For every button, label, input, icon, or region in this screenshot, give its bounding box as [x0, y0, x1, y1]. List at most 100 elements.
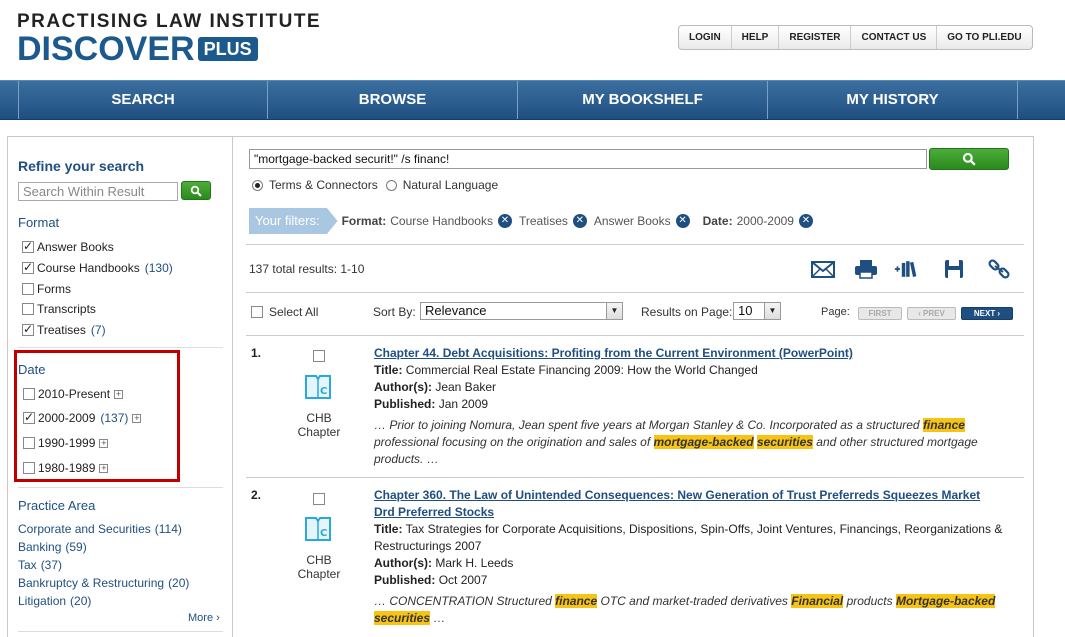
- facet-transcripts[interactable]: Transcripts: [22, 302, 96, 316]
- per-page-label: Results on Page:: [641, 305, 733, 319]
- format-heading: Format: [18, 215, 60, 230]
- header: PRACTISING LAW INSTITUTE DISCOVER PLUS L…: [0, 0, 1065, 80]
- author-link[interactable]: Jean Baker: [435, 380, 496, 394]
- facet-answer-books[interactable]: Answer Books: [22, 239, 114, 254]
- logo-top-text: PRACTISING LAW INSTITUTE: [17, 11, 322, 32]
- result-checkbox[interactable]: [313, 350, 325, 362]
- search-mode: Terms & Connectors Natural Language: [252, 178, 498, 192]
- checkbox[interactable]: [22, 322, 34, 336]
- expand-icon[interactable]: +: [99, 438, 109, 448]
- search-icon: [962, 152, 976, 166]
- link-icon[interactable]: [986, 257, 1012, 281]
- refine-sidebar: Refine your search Search Within Result …: [8, 137, 233, 637]
- date-heading: Date: [18, 362, 46, 377]
- checkbox[interactable]: [23, 437, 35, 449]
- checkbox[interactable]: [23, 462, 35, 474]
- save-icon[interactable]: [941, 257, 967, 281]
- checkbox[interactable]: [22, 283, 34, 295]
- practice-area-heading: Practice Area: [18, 498, 96, 513]
- facet-treatises[interactable]: Treatises(7): [22, 322, 106, 337]
- facet-1990-1999[interactable]: 1990-1999 +: [23, 436, 109, 450]
- print-icon[interactable]: [853, 257, 879, 281]
- result-item: Chapter 44. Debt Acquisitions: Profiting…: [374, 345, 1004, 468]
- result-number: 2.: [251, 488, 262, 502]
- chevron-down-icon: ▼: [764, 303, 780, 319]
- terms-connectors-radio[interactable]: [252, 179, 263, 191]
- practice-bankruptcy[interactable]: Bankruptcy & Restructuring (20): [18, 576, 189, 590]
- filter-answer-books: Answer Books: [593, 214, 671, 228]
- go-to-pli-link[interactable]: GO TO PLI.EDU: [937, 26, 1031, 49]
- help-link[interactable]: HELP: [732, 26, 780, 49]
- result-checkbox[interactable]: [313, 493, 325, 505]
- facet-2010-present[interactable]: 2010-Present +: [23, 387, 124, 401]
- checkbox[interactable]: [22, 260, 34, 274]
- result-type: CHB Chapter: [297, 553, 341, 581]
- main-nav: SEARCH BROWSE MY BOOKSHELF MY HISTORY: [0, 80, 1065, 120]
- active-filters: Your filters: Format: Course Handbooks ✕ …: [249, 208, 820, 234]
- filter-course-handbooks: Course Handbooks: [390, 214, 493, 228]
- nav-browse[interactable]: BROWSE: [268, 81, 518, 119]
- login-link[interactable]: LOGIN: [679, 26, 732, 49]
- filter-treatises: Treatises: [518, 214, 568, 228]
- first-page-button[interactable]: FIRST: [858, 307, 902, 320]
- result-number: 1.: [251, 346, 262, 360]
- next-page-button[interactable]: NEXT ›: [961, 307, 1013, 320]
- checkbox[interactable]: [23, 410, 35, 424]
- facet-1980-1989[interactable]: 1980-1989 +: [23, 461, 109, 475]
- checkbox[interactable]: [22, 239, 34, 253]
- filter-date: 2000-2009: [736, 214, 794, 228]
- filters-label: Your filters:: [249, 208, 338, 234]
- per-page-select[interactable]: 10 ▼: [733, 302, 781, 320]
- more-practice-link[interactable]: More ›: [188, 612, 220, 624]
- facet-course-handbooks[interactable]: Course Handbooks(130): [22, 260, 173, 275]
- author-link[interactable]: Mark H. Leeds: [435, 556, 513, 570]
- search-icon: [190, 185, 202, 197]
- prev-page-button[interactable]: ‹ PREV: [907, 307, 956, 320]
- add-to-bookshelf-icon[interactable]: [894, 257, 920, 281]
- facet-forms[interactable]: Forms: [22, 282, 71, 296]
- checkbox[interactable]: [22, 303, 34, 315]
- result-item: Chapter 360. The Law of Unintended Conse…: [374, 487, 1004, 625]
- expand-icon[interactable]: +: [132, 413, 142, 423]
- expand-icon[interactable]: +: [114, 389, 124, 399]
- results-content: "mortgage-backed securit!" /s financ! Te…: [234, 137, 1034, 637]
- email-icon[interactable]: [810, 257, 836, 281]
- result-snippet: … CONCENTRATION Structured finance OTC a…: [374, 594, 996, 625]
- search-button[interactable]: [929, 148, 1009, 170]
- chb-chapter-icon: C: [305, 375, 331, 399]
- facet-2000-2009[interactable]: 2000-2009(137)+: [23, 410, 142, 425]
- contact-us-link[interactable]: CONTACT US: [851, 26, 938, 49]
- register-link[interactable]: REGISTER: [779, 26, 852, 49]
- svg-text:C: C: [320, 528, 327, 539]
- select-all-checkbox[interactable]: [251, 306, 263, 318]
- practice-corporate-securities[interactable]: Corporate and Securities (114): [18, 522, 182, 536]
- sort-label: Sort By:: [373, 305, 416, 319]
- nav-my-history[interactable]: MY HISTORY: [768, 81, 1018, 119]
- sort-select[interactable]: Relevance ▼: [420, 302, 623, 320]
- natural-language-radio[interactable]: [385, 179, 397, 191]
- page-label: Page:: [821, 306, 850, 318]
- chb-chapter-icon: C: [305, 517, 331, 541]
- practice-litigation[interactable]: Litigation (20): [18, 594, 91, 608]
- checkbox[interactable]: [23, 388, 35, 400]
- select-all[interactable]: Select All: [251, 305, 318, 319]
- expand-icon[interactable]: +: [99, 463, 109, 473]
- search-within-button[interactable]: [181, 181, 211, 200]
- total-results: 137 total results: 1-10: [249, 262, 365, 276]
- nav-my-bookshelf[interactable]: MY BOOKSHELF: [518, 81, 768, 119]
- pli-logo[interactable]: PRACTISING LAW INSTITUTE DISCOVER PLUS: [17, 11, 322, 68]
- search-query-input[interactable]: "mortgage-backed securit!" /s financ!: [249, 149, 927, 169]
- refine-title: Refine your search: [18, 158, 145, 174]
- practice-tax[interactable]: Tax (37): [18, 558, 62, 572]
- remove-filter-icon[interactable]: ✕: [572, 214, 587, 228]
- logo-discover-text: DISCOVER: [17, 30, 195, 68]
- search-within-input[interactable]: Search Within Result: [18, 182, 178, 201]
- remove-filter-icon[interactable]: ✕: [798, 214, 813, 228]
- nav-search[interactable]: SEARCH: [18, 81, 268, 119]
- practice-banking[interactable]: Banking (59): [18, 540, 87, 554]
- remove-filter-icon[interactable]: ✕: [675, 214, 690, 228]
- svg-text:C: C: [320, 386, 327, 397]
- result-title-link[interactable]: Chapter 360. The Law of Unintended Conse…: [374, 487, 1004, 521]
- remove-filter-icon[interactable]: ✕: [497, 214, 512, 228]
- result-title-link[interactable]: Chapter 44. Debt Acquisitions: Profiting…: [374, 345, 1004, 362]
